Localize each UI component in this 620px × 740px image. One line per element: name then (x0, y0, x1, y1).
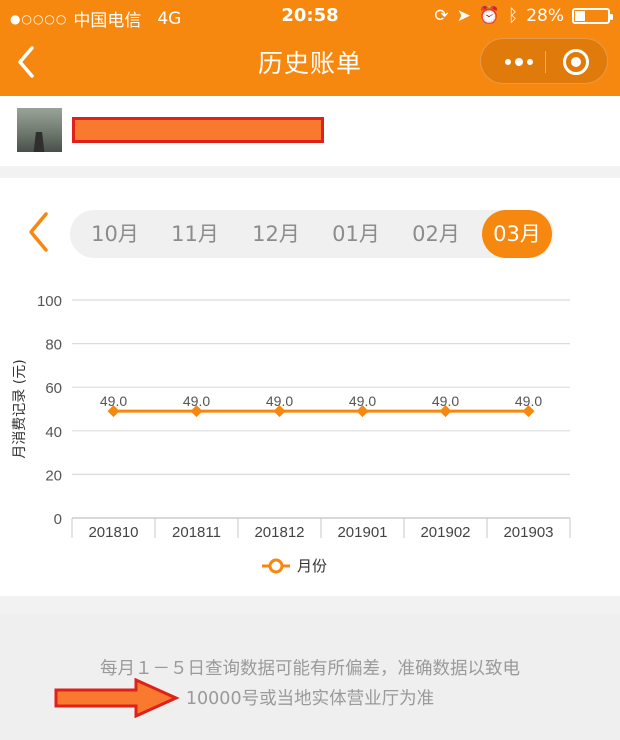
data-label: 49.0 (515, 393, 542, 409)
status-icons: ⟳ ➤ ⏰ ᛒ 28% (434, 6, 613, 26)
more-menu-icon[interactable] (495, 39, 543, 85)
red-arrow-annotation-icon (54, 678, 180, 718)
close-target-icon[interactable] (563, 49, 589, 75)
header-bar: ●○○○○ 中国电信 4G 20:58 ⟳ ➤ ⏰ ᛒ 28% 历史账单 (0, 0, 620, 96)
data-label: 49.0 (100, 393, 127, 409)
x-tick-label: 201811 (172, 524, 221, 541)
spending-line-chart: 0 20 40 60 80 100 201810 201811 201812 201901 2019… (12, 293, 571, 575)
y-tick-label: 0 (54, 511, 62, 528)
legend-label: 月份 (297, 557, 327, 575)
month-tab[interactable]: 11月 (160, 210, 230, 258)
data-label: 49.0 (183, 393, 210, 409)
x-tick-label: 201812 (254, 524, 304, 541)
month-selector: 10月 11月 12月 01月 02月 03月 (70, 210, 554, 258)
avatar (17, 108, 62, 152)
x-tick-label: 201902 (420, 524, 470, 541)
data-label: 49.0 (432, 393, 459, 409)
month-tab[interactable]: 12月 (241, 210, 311, 258)
month-tab[interactable]: 01月 (321, 210, 391, 258)
y-tick-label: 20 (45, 467, 62, 484)
y-tick-label: 80 (45, 337, 62, 354)
alarm-icon: ⏰ (478, 6, 500, 26)
battery-percent: 28% (526, 6, 564, 26)
mini-program-capsule (480, 38, 608, 84)
month-tab[interactable]: 10月 (80, 210, 150, 258)
previous-month-arrow-icon[interactable] (26, 210, 50, 254)
data-label: 49.0 (349, 393, 376, 409)
capsule-divider (545, 51, 546, 73)
month-tab-selected[interactable]: 03月 (482, 210, 552, 258)
battery-icon (572, 8, 613, 24)
x-tick-label: 201903 (503, 524, 553, 541)
bluetooth-icon: ᛒ (508, 6, 519, 26)
redacted-account-name (72, 117, 324, 143)
x-tick-label: 201810 (88, 524, 138, 541)
status-bar: ●○○○○ 中国电信 4G 20:58 ⟳ ➤ ⏰ ᛒ 28% (0, 0, 620, 32)
y-axis-label: 月消费记录 (元) (12, 359, 28, 458)
y-tick-label: 60 (45, 380, 62, 397)
y-tick-label: 40 (45, 424, 62, 441)
battery-fill (575, 11, 585, 21)
y-tick-label: 100 (37, 293, 62, 310)
x-tick-label: 201901 (337, 524, 387, 541)
legend-marker (268, 558, 284, 574)
data-label: 49.0 (266, 393, 293, 409)
month-tab[interactable]: 02月 (401, 210, 471, 258)
location-icon: ➤ (456, 6, 471, 26)
rotation-lock-icon: ⟳ (434, 6, 449, 26)
